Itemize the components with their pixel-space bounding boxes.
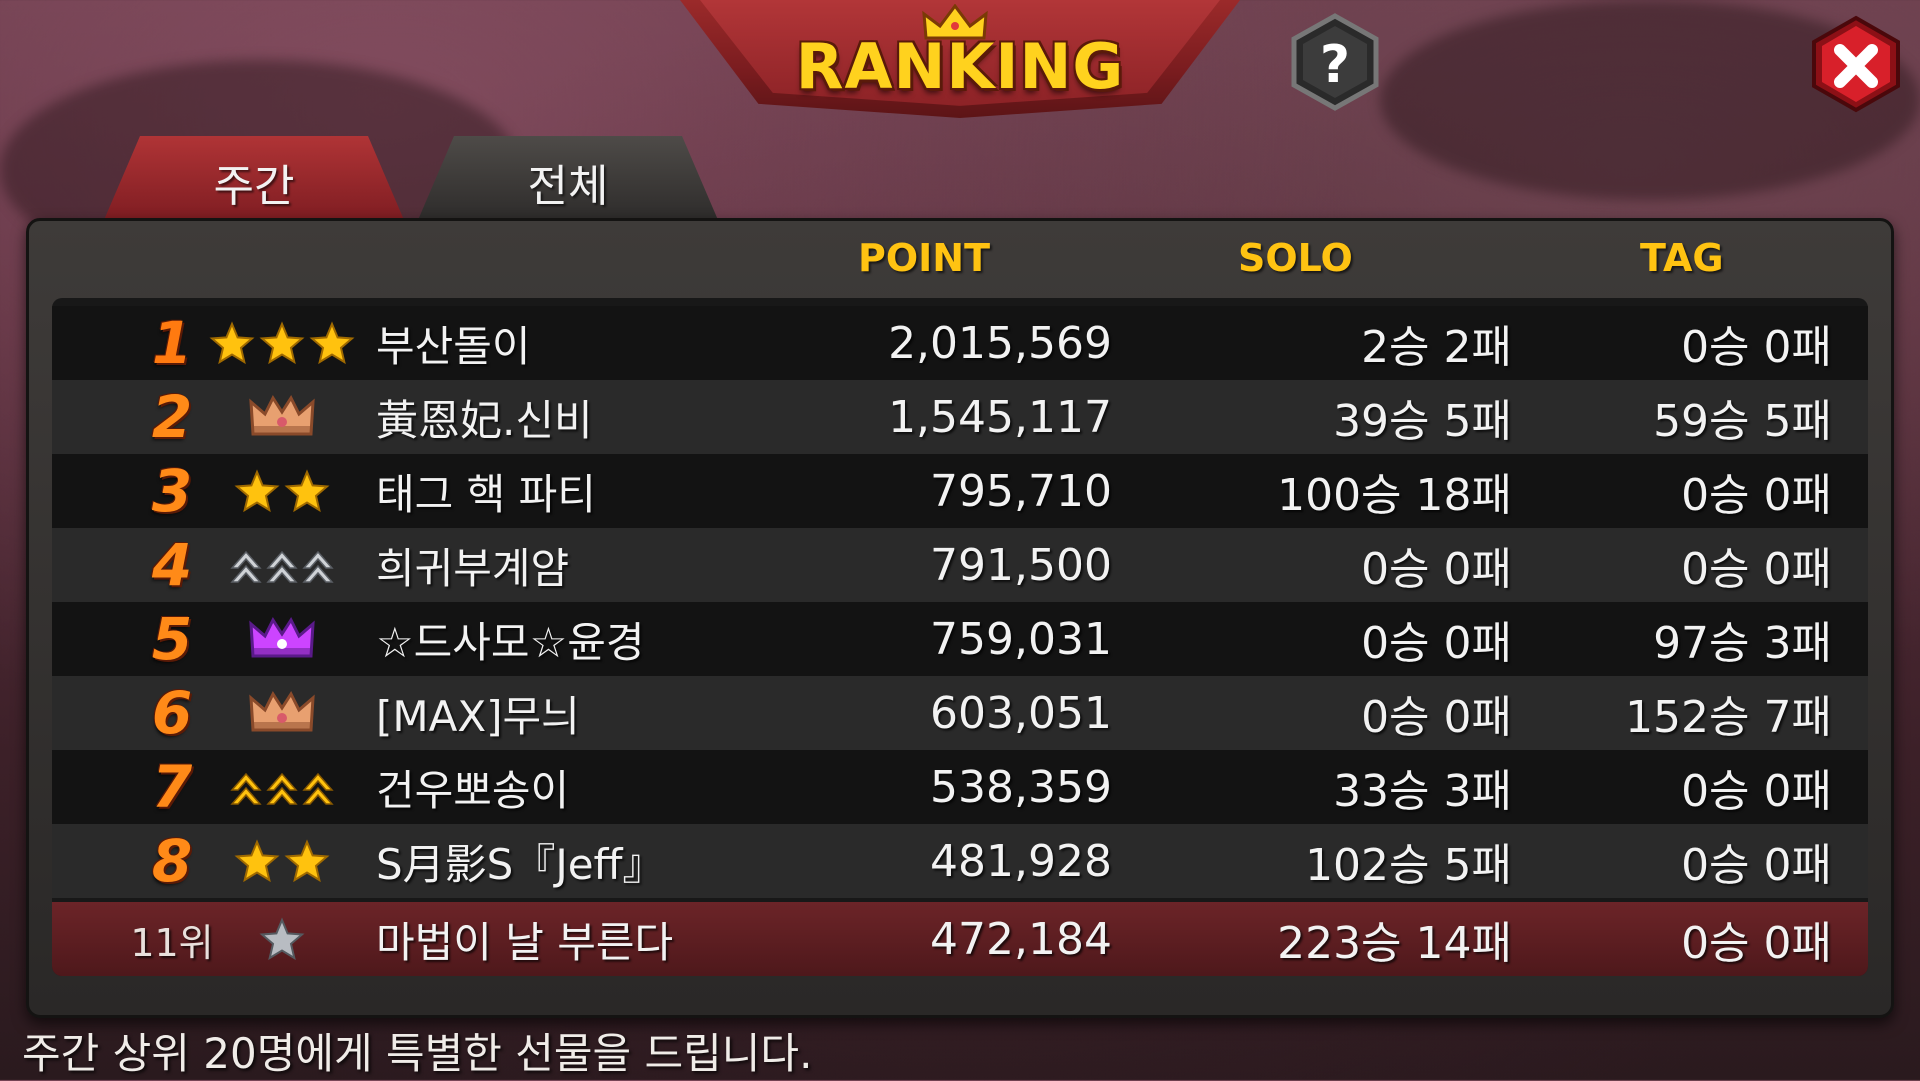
tab-weekly-label: 주간: [213, 161, 295, 212]
point-value: 791,500: [930, 539, 1112, 591]
solo-record: 0승 0패: [1361, 618, 1512, 669]
footer-note: 주간 상위 20명에게 특별한 선물을 드립니다.: [22, 1029, 813, 1078]
player-name: S月影S『Jeff』: [376, 839, 665, 889]
ranking-row[interactable]: 8 S月影S『Jeff』 481,928 102승 5패 0승 0패: [52, 824, 1868, 898]
gold-star-3-icon: [202, 306, 362, 380]
tab-weekly[interactable]: 주간: [104, 136, 404, 220]
tag-record: 0승 0패: [1681, 470, 1832, 521]
ranking-row[interactable]: 3 태그 핵 파티 795,710 100승 18패 0승 0패: [52, 454, 1868, 528]
ranking-row[interactable]: 4 희귀부계얌 791,500 0승 0패 0승 0패: [52, 528, 1868, 602]
ranking-row[interactable]: 5 ☆드사모☆윤경 759,031 0승 0패 97승 3패: [52, 602, 1868, 676]
close-button[interactable]: [1808, 14, 1904, 114]
tab-all-label: 전체: [527, 161, 609, 212]
gold-chevron-3-icon: [202, 750, 362, 824]
player-name: ☆드사모☆윤경: [376, 617, 645, 667]
solo-record: 102승 5패: [1305, 840, 1512, 891]
point-value: 472,184: [930, 913, 1112, 965]
bronze-crown-icon: [202, 380, 362, 454]
point-value: 538,359: [930, 761, 1112, 813]
player-name: 태그 핵 파티: [376, 469, 596, 519]
purple-crown-icon: [202, 602, 362, 676]
ranking-list[interactable]: 1 부산돌이 2,015,569 2승 2패 0승 0패 2 黃恩妃.신비 1,545,117…: [52, 298, 1868, 976]
ranking-row[interactable]: 6 [MAX]무늬 603,051 0승 0패 152승 7패: [52, 676, 1868, 750]
point-value: 603,051: [930, 687, 1112, 739]
ranking-row[interactable]: 1 부산돌이 2,015,569 2승 2패 0승 0패: [52, 306, 1868, 380]
solo-record: 2승 2패: [1361, 322, 1512, 373]
tag-record: 0승 0패: [1681, 918, 1832, 969]
tag-record: 59승 5패: [1653, 396, 1832, 447]
player-name: 건우뽀송이: [376, 765, 570, 815]
point-value: 2,015,569: [888, 317, 1112, 369]
tag-record: 0승 0패: [1681, 840, 1832, 891]
solo-record: 223승 14패: [1277, 918, 1512, 969]
solo-record: 100승 18패: [1277, 470, 1512, 521]
column-header-point: POINT: [858, 236, 991, 280]
column-header-tag: TAG: [1640, 236, 1724, 280]
solo-record: 39승 5패: [1333, 396, 1512, 447]
silver-chevron-3-icon: [202, 528, 362, 602]
column-header-solo: SOLO: [1238, 236, 1353, 280]
close-x-icon: [1812, 15, 1900, 113]
player-name: 부산돌이: [376, 321, 531, 371]
point-value: 759,031: [930, 613, 1112, 665]
page-title: RANKING: [795, 30, 1125, 103]
solo-record: 0승 0패: [1361, 544, 1512, 595]
player-name: 마법이 날 부른다: [376, 917, 674, 967]
tag-record: 97승 3패: [1653, 618, 1832, 669]
bronze-crown-icon: [202, 676, 362, 750]
help-button[interactable]: ?: [1288, 12, 1382, 112]
tag-record: 0승 0패: [1681, 766, 1832, 817]
tab-all[interactable]: 전체: [418, 136, 718, 220]
solo-record: 0승 0패: [1361, 692, 1512, 743]
player-name: [MAX]무늬: [376, 691, 580, 741]
question-mark-icon: ?: [1291, 13, 1379, 111]
gold-star-2-icon: [202, 824, 362, 898]
silver-star-icon: [202, 902, 362, 976]
ranking-row[interactable]: 2 黃恩妃.신비 1,545,117 39승 5패 59승 5패: [52, 380, 1868, 454]
my-rank-row[interactable]: 11위 마법이 날 부른다 472,184 223승 14패 0승 0패: [52, 902, 1868, 976]
tag-record: 0승 0패: [1681, 544, 1832, 595]
point-value: 1,545,117: [888, 391, 1112, 443]
tag-record: 0승 0패: [1681, 322, 1832, 373]
solo-record: 33승 3패: [1333, 766, 1512, 817]
point-value: 795,710: [930, 465, 1112, 517]
ranking-row[interactable]: 7 건우뽀송이 538,359 33승 3패 0승 0패: [52, 750, 1868, 824]
gold-star-2-icon: [202, 454, 362, 528]
svg-text:?: ?: [1320, 35, 1350, 95]
tag-record: 152승 7패: [1625, 692, 1832, 743]
point-value: 481,928: [930, 835, 1112, 887]
player-name: 희귀부계얌: [376, 543, 570, 593]
player-name: 黃恩妃.신비: [376, 395, 593, 445]
